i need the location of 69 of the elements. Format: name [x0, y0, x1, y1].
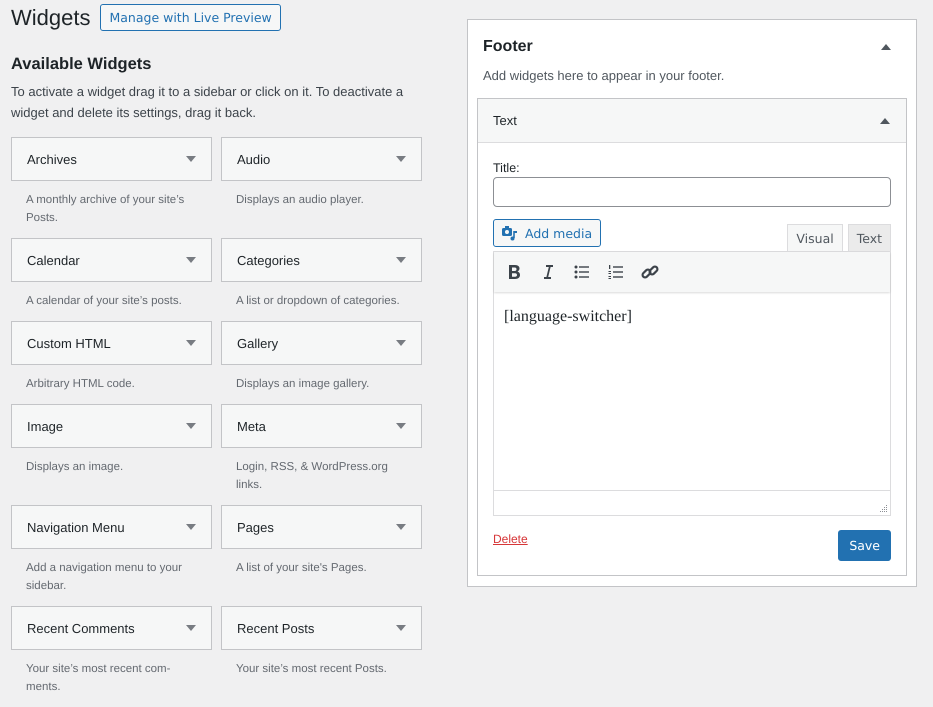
widget-description: Displays an image. [25, 460, 124, 475]
expand-arrow-icon[interactable] [186, 524, 196, 530]
expand-arrow-icon[interactable] [396, 257, 406, 263]
widget-name: Image [27, 418, 64, 434]
instructions-text: To activate a widget drag it to a sidebar or click on it. To deactivate a widget and delete its settings, drag it back. [11, 83, 404, 122]
widget-card[interactable]: Recent Posts [221, 606, 422, 650]
widget-name: Archives [27, 152, 77, 166]
expand-arrow-icon[interactable] [396, 423, 406, 429]
widget-card[interactable]: Custom HTML [11, 321, 212, 365]
widget-description: Displays an audio player. [235, 193, 365, 208]
expand-arrow-icon[interactable] [186, 156, 196, 162]
widget-name: Pages [237, 520, 274, 534]
sidebar-title: Footer [483, 38, 533, 56]
expand-arrow-icon[interactable] [396, 340, 406, 346]
editor-tab[interactable]: Text [848, 224, 891, 251]
widget-name: Meta [237, 418, 266, 434]
expand-arrow-icon[interactable] [186, 423, 196, 429]
expand-arrow-icon[interactable] [396, 625, 406, 631]
widget-description: Login, RSS, & WordPress.org links. [235, 460, 389, 493]
widget-description: Displays an image gallery. [235, 377, 370, 392]
widget-description: A list of your site's Pages. [235, 561, 368, 576]
widget-card[interactable]: Calendar [11, 238, 212, 282]
widget-name: Gallery [237, 336, 278, 350]
widget-title: Text [493, 113, 517, 128]
widget-description: A monthly archive of your site’s Posts. [25, 193, 186, 226]
widget-card[interactable]: Image [11, 404, 212, 448]
sidebar-description: Add widgets here to appear in your footer. [483, 68, 726, 83]
section-heading: Available Widgets [11, 55, 152, 74]
expand-arrow-icon[interactable] [396, 156, 406, 162]
editor-tab[interactable]: Visual [787, 224, 843, 251]
save-button[interactable]: Save [838, 530, 891, 561]
widget-description: Your site’s most recent com-ments. [25, 662, 172, 695]
widget-card[interactable]: Pages [221, 505, 422, 549]
widget-name: Recent Posts [237, 620, 314, 636]
widget-card[interactable]: Categories [221, 238, 422, 282]
widget-name: Calendar [27, 252, 80, 268]
widget-card[interactable]: Audio [221, 137, 422, 181]
widget-card[interactable]: Archives [11, 137, 212, 181]
widget-card[interactable]: Meta [221, 404, 422, 448]
expand-arrow-icon[interactable] [186, 625, 196, 631]
widget-name: Custom HTML [27, 336, 111, 350]
widget-description: Arbitrary HTML code. [25, 377, 136, 392]
page-title: Widgets [11, 4, 90, 30]
camera-music-icon [502, 225, 519, 241]
widget-description: A list or dropdown of categories. [235, 294, 401, 309]
widget-name: Navigation Menu [27, 520, 125, 534]
widget-card[interactable]: Gallery [221, 321, 422, 365]
delete-link[interactable]: Delete [493, 532, 528, 546]
field-label: Title: [493, 161, 521, 175]
widget-description: Add a navigation menu to your sidebar. [25, 561, 183, 594]
widget-name: Recent Comments [27, 620, 135, 636]
expand-arrow-icon[interactable] [186, 257, 196, 263]
widget-card[interactable]: Navigation Menu [11, 505, 212, 549]
text-editor[interactable]: [language-switcher] [493, 251, 891, 516]
title-field[interactable] [493, 177, 891, 207]
widget-description: Your site’s most recent Posts. [235, 662, 388, 677]
widget-name: Categories [237, 252, 300, 268]
expand-arrow-icon[interactable] [396, 524, 406, 530]
numbered-list-icon[interactable] [606, 262, 626, 282]
widget-name: Audio [237, 152, 270, 166]
add-media-button[interactable]: Add media [493, 219, 602, 247]
widget-header[interactable]: Text [478, 99, 906, 143]
widget-card[interactable]: Recent Comments [11, 606, 212, 650]
live-preview-button[interactable]: Manage with Live Preview [100, 4, 281, 31]
collapse-arrow-icon[interactable] [881, 44, 891, 50]
collapse-arrow-icon[interactable] [880, 118, 890, 124]
editor-content: [language-switcher] [503, 307, 633, 327]
widget-description: A calendar of your site’s posts. [25, 294, 183, 309]
expand-arrow-icon[interactable] [186, 340, 196, 346]
